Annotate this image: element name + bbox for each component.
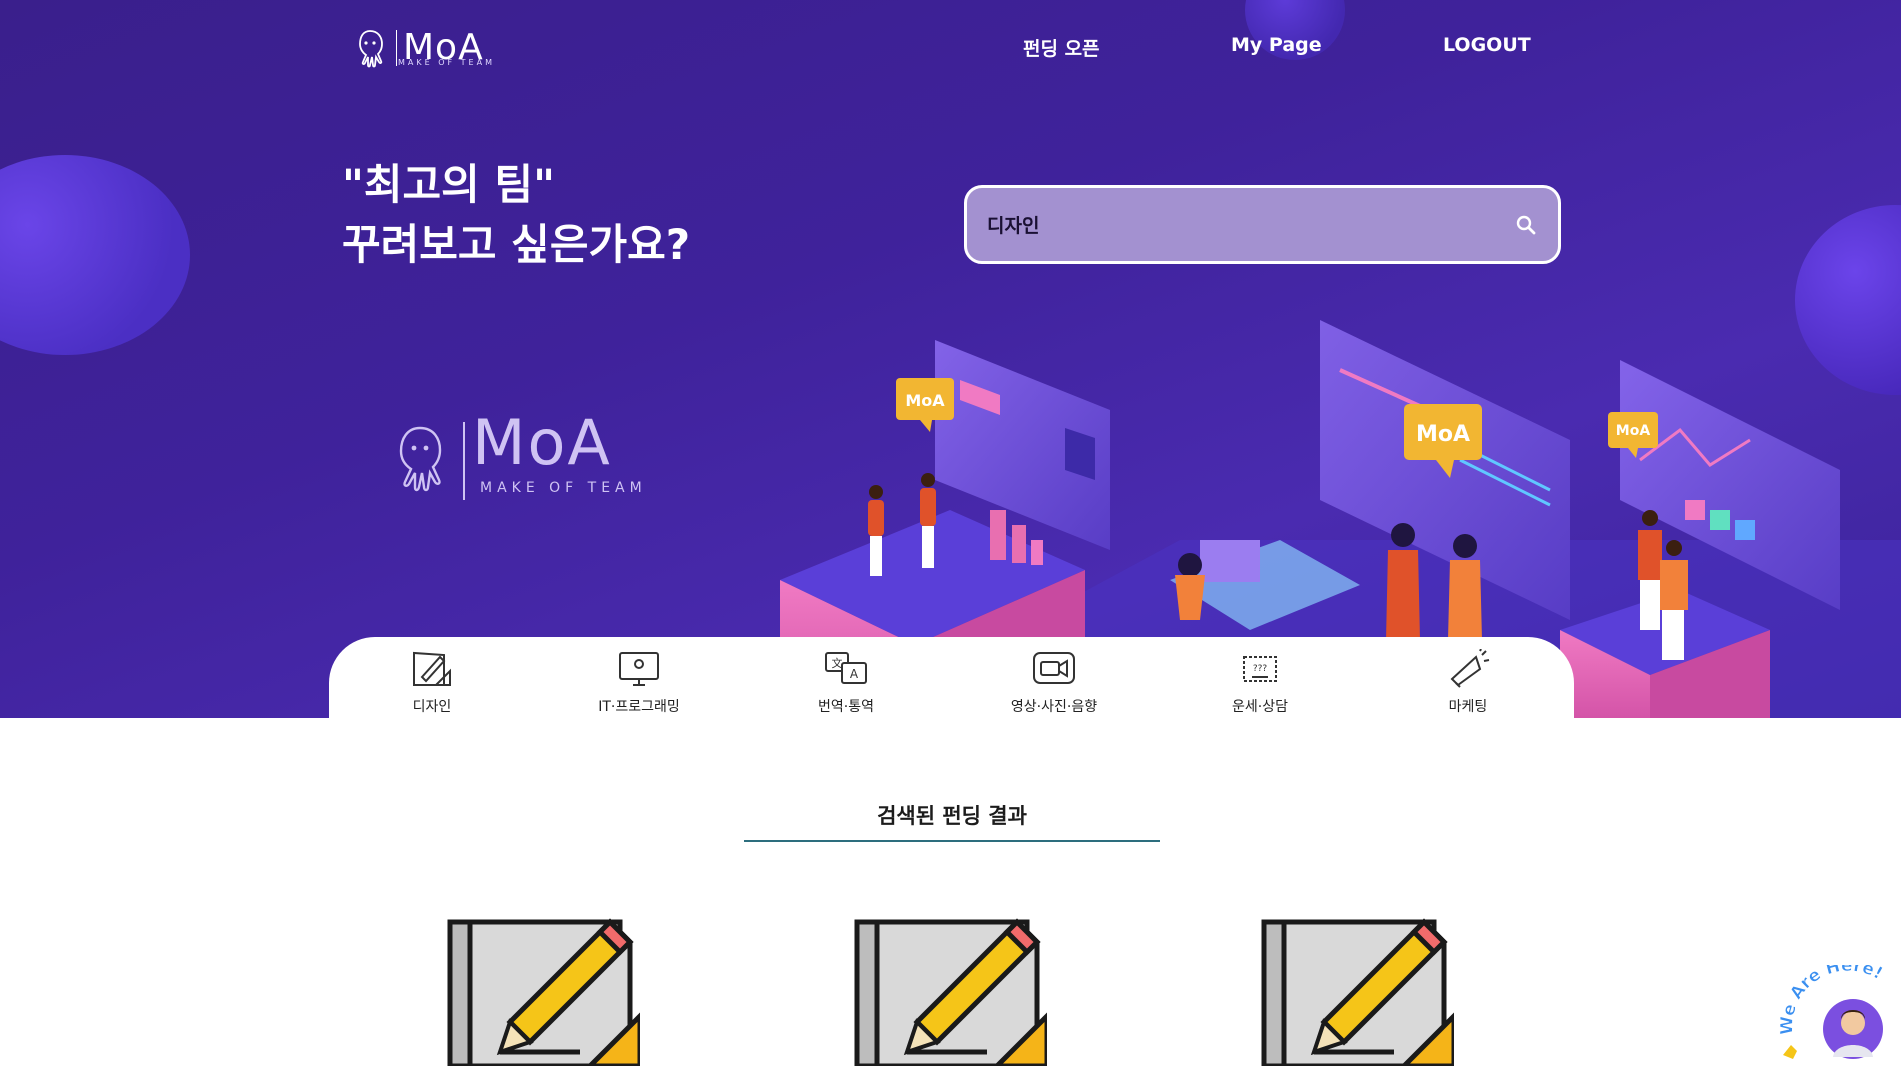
result-card-1[interactable]	[440, 912, 640, 1066]
search-input[interactable]	[987, 213, 1514, 236]
category-design-label: 디자인	[412, 699, 452, 715]
translate-icon: 文 A	[825, 652, 867, 684]
hero-logo-divider	[463, 422, 465, 500]
hero-headline-line2: 꾸려보고 싶은가요?	[342, 220, 691, 269]
category-video-label: 영상·사진·음향	[1010, 699, 1098, 715]
hero-brand-logo: MoA MAKE OF TEAM	[388, 412, 642, 504]
category-video-photo-sound[interactable]: 영상·사진·음향	[969, 649, 1139, 716]
hero-headline-line1: "최고의 팀"	[342, 160, 555, 209]
octopus-logo-icon	[359, 30, 383, 68]
category-bar: 디자인 IT·프로그래밍 文 A 번역·통역 영상·사진·음향 ??? 운세·상…	[329, 637, 1574, 718]
chat-support-widget[interactable]: We Are Here!	[1775, 955, 1901, 1066]
result-card-3[interactable]	[1254, 912, 1454, 1066]
result-card-2[interactable]	[847, 912, 1047, 1066]
logo-subtitle: MAKE OF TEAM	[398, 58, 495, 67]
category-design[interactable]: 디자인	[347, 649, 517, 716]
fortune-icon: ???	[1243, 656, 1277, 682]
design-icon	[413, 651, 451, 686]
search-bar	[964, 185, 1561, 264]
hero-headline: "최고의 팀" 꾸려보고 싶은가요?	[342, 155, 690, 275]
nav-funding-open[interactable]: 펀딩 오픈	[1023, 34, 1100, 61]
svg-text:MoA: MoA	[1616, 423, 1651, 439]
header-logo[interactable]: MoA MAKE OF TEAM	[350, 26, 495, 70]
support-avatar-icon: We Are Here!	[1777, 955, 1886, 1059]
svg-text:A: A	[850, 667, 859, 681]
megaphone-icon	[1450, 649, 1490, 688]
logo-divider	[396, 30, 397, 66]
hero-logo-text: MoA	[472, 406, 612, 479]
monitor-icon	[619, 652, 659, 686]
category-fortune-counsel[interactable]: ??? 운세·상담	[1175, 649, 1345, 716]
svg-text:???: ???	[1253, 664, 1268, 674]
video-camera-icon	[1033, 652, 1075, 684]
search-button[interactable]	[1514, 213, 1538, 237]
hero-logo-subtitle: MAKE OF TEAM	[480, 480, 647, 496]
svg-text:文: 文	[832, 656, 843, 670]
results-section-title: 검색된 펀딩 결과	[877, 804, 1027, 828]
svg-text:MoA: MoA	[905, 391, 945, 410]
design-pencil-icon	[447, 918, 640, 1066]
design-pencil-icon	[854, 918, 1047, 1066]
category-marketing-label: 마케팅	[1448, 699, 1488, 715]
search-icon	[1516, 215, 1536, 234]
category-translation[interactable]: 文 A 번역·통역	[761, 649, 931, 716]
results-title-underline	[744, 840, 1160, 842]
category-it-programming[interactable]: IT·프로그래밍	[554, 649, 724, 716]
svg-text:MoA: MoA	[1416, 422, 1470, 447]
octopus-mark-icon	[399, 426, 442, 492]
decor-sphere-left	[0, 155, 190, 355]
nav-my-page[interactable]: My Page	[1231, 34, 1322, 56]
hero-section: MoA MAKE OF TEAM 펀딩 오픈 My Page LOGOUT "최…	[0, 0, 1901, 718]
category-it-label: IT·프로그래밍	[598, 699, 680, 715]
design-pencil-icon	[1261, 918, 1454, 1066]
category-fortune-label: 운세·상담	[1232, 699, 1288, 715]
category-translation-label: 번역·통역	[818, 699, 874, 715]
nav-logout[interactable]: LOGOUT	[1443, 34, 1531, 56]
category-marketing[interactable]: 마케팅	[1383, 649, 1553, 716]
